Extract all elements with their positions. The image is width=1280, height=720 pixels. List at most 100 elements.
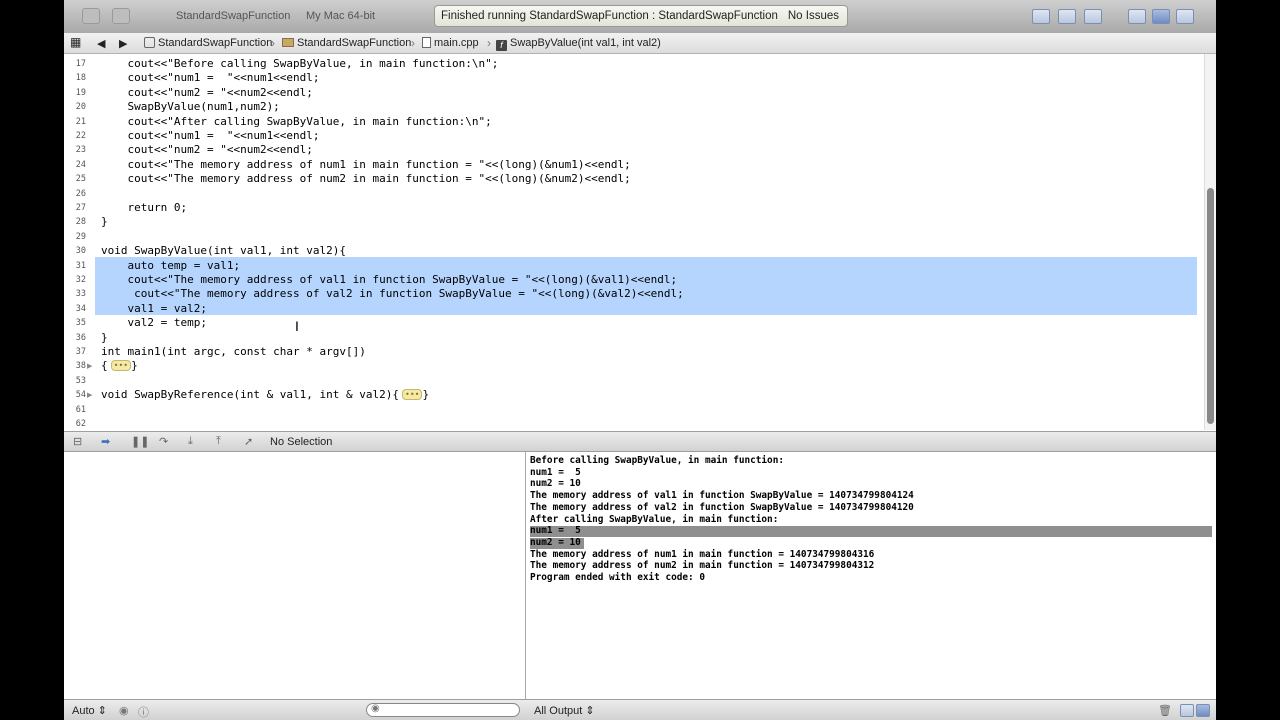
- line-number[interactable]: 30: [64, 246, 86, 256]
- variables-scope-selector[interactable]: Auto ⇕: [72, 704, 107, 717]
- code-line[interactable]: cout<<"num1 = "<<num1<<endl;: [101, 129, 319, 142]
- line-number[interactable]: 22: [64, 131, 86, 141]
- editor-scrollbar[interactable]: [1204, 54, 1216, 430]
- step-out-icon[interactable]: ⤒: [216, 435, 221, 448]
- code-line[interactable]: cout<<"num1 = "<<num1<<endl;: [101, 71, 319, 84]
- debug-area-toggle-icon[interactable]: [1152, 9, 1170, 24]
- show-variables-icon[interactable]: [1180, 704, 1194, 717]
- folder-icon: [282, 38, 294, 47]
- activity-message: Finished running StandardSwapFunction : …: [441, 10, 778, 22]
- version-editor-icon[interactable]: [1084, 9, 1102, 24]
- xcode-window: StandardSwapFunction My Mac 64-bit Finis…: [64, 0, 1216, 720]
- code-line[interactable]: int main1(int argc, const char * argv[]): [101, 345, 366, 358]
- line-number[interactable]: 35: [64, 318, 86, 328]
- line-number[interactable]: 18: [64, 73, 86, 83]
- code-line[interactable]: cout<<"Before calling SwapByValue, in ma…: [101, 57, 498, 70]
- console-output-selector[interactable]: All Output ⇕: [534, 704, 595, 717]
- line-number[interactable]: 54: [64, 390, 86, 400]
- breadcrumb-project[interactable]: StandardSwapFunction: [144, 37, 272, 49]
- code-line[interactable]: return 0;: [101, 201, 187, 214]
- line-number[interactable]: 53: [64, 376, 86, 386]
- line-number[interactable]: 37: [64, 347, 86, 357]
- code-line[interactable]: }: [101, 331, 108, 344]
- line-number[interactable]: 25: [64, 174, 86, 184]
- breadcrumb-function[interactable]: f SwapByValue(int val1, int val2): [496, 37, 661, 51]
- folded-code-placeholder[interactable]: •••: [402, 389, 423, 401]
- line-number[interactable]: 23: [64, 145, 86, 155]
- info-icon[interactable]: ⓘ: [138, 704, 149, 720]
- step-over-icon[interactable]: ↷: [159, 435, 168, 448]
- activity-viewer: Finished running StandardSwapFunction : …: [434, 5, 848, 27]
- utilities-toggle-icon[interactable]: [1176, 9, 1194, 24]
- run-icon[interactable]: [82, 8, 100, 24]
- assistant-editor-icon[interactable]: [1058, 9, 1076, 24]
- line-number[interactable]: 19: [64, 88, 86, 98]
- fold-disclosure-icon[interactable]: ▶: [87, 362, 92, 370]
- line-number[interactable]: 62: [64, 419, 86, 429]
- related-items-icon[interactable]: ▦: [70, 35, 81, 49]
- console-line: num1 = 5: [530, 525, 581, 537]
- pause-icon[interactable]: ❚❚: [131, 435, 149, 448]
- code-line[interactable]: val2 = temp;: [101, 316, 206, 329]
- folded-code-placeholder[interactable]: •••: [110, 360, 132, 372]
- code-line[interactable]: SwapByValue(num1,num2);: [101, 100, 279, 113]
- line-number[interactable]: 28: [64, 217, 86, 227]
- fold-disclosure-icon[interactable]: ▶: [87, 391, 92, 399]
- text-cursor-icon: I: [295, 318, 299, 334]
- location-icon[interactable]: ➚: [244, 435, 253, 448]
- back-arrow-icon[interactable]: ◀: [97, 37, 105, 50]
- show-console-icon[interactable]: [1196, 704, 1210, 717]
- source-editor[interactable]: 17 18 19 20 21 22 23 24 25 26 27 28 29 30 31 32 33 34 35 36…: [64, 54, 1216, 430]
- trash-icon[interactable]: 🗑: [1158, 704, 1172, 717]
- step-into-icon[interactable]: ⤓: [188, 435, 193, 448]
- line-number[interactable]: 29: [64, 232, 86, 242]
- variables-view[interactable]: [64, 452, 526, 699]
- breadcrumb-file[interactable]: main.cpp: [422, 37, 479, 49]
- breakpoint-icon[interactable]: ➡: [101, 435, 110, 448]
- code-line[interactable]: {•••}: [101, 359, 138, 372]
- scheme-selector[interactable]: StandardSwapFunction: [176, 10, 290, 22]
- line-number[interactable]: 31: [64, 261, 86, 271]
- standard-editor-icon[interactable]: [1032, 9, 1050, 24]
- console-line: num2 = 10: [530, 536, 581, 548]
- code-line[interactable]: val1 = val2;: [101, 302, 206, 315]
- variables-filter-field[interactable]: ◉: [366, 703, 520, 717]
- code-line[interactable]: }: [101, 215, 108, 228]
- line-number[interactable]: 21: [64, 117, 86, 127]
- console-output[interactable]: Before calling SwapByValue, in main func…: [526, 452, 1216, 699]
- editor-scroll-thumb[interactable]: [1207, 188, 1214, 424]
- code-text: cout<<"The memory address of num1 in mai…: [101, 157, 631, 171]
- code-line[interactable]: cout<<"num2 = "<<num2<<endl;: [101, 143, 312, 156]
- line-number[interactable]: 17: [64, 59, 86, 69]
- code-line[interactable]: void SwapByValue(int val1, int val2){: [101, 244, 346, 257]
- line-number[interactable]: 24: [64, 160, 86, 170]
- code-line[interactable]: cout<<"The memory address of num2 in mai…: [101, 172, 630, 185]
- quick-look-icon[interactable]: ◉: [119, 704, 129, 717]
- line-number[interactable]: 34: [64, 304, 86, 314]
- code-line[interactable]: auto temp = val1;: [101, 259, 240, 272]
- line-number[interactable]: 32: [64, 275, 86, 285]
- code-line[interactable]: cout<<"After calling SwapByValue, in mai…: [101, 115, 491, 128]
- code-line[interactable]: cout<<"The memory address of val1 in fun…: [101, 273, 677, 286]
- line-number-gutter[interactable]: 17 18 19 20 21 22 23 24 25 26 27 28 29 30 31 32 33 34 35 36…: [64, 54, 94, 430]
- line-number[interactable]: 26: [64, 189, 86, 199]
- hide-debug-area-icon[interactable]: ⊟: [73, 435, 82, 448]
- code-line[interactable]: cout<<"The memory address of val2 in fun…: [101, 287, 684, 300]
- navigator-toggle-icon[interactable]: [1128, 9, 1146, 24]
- forward-arrow-icon[interactable]: ▶: [119, 37, 127, 50]
- issues-status[interactable]: No Issues: [788, 10, 839, 22]
- line-number[interactable]: 61: [64, 405, 86, 415]
- stop-icon[interactable]: [112, 8, 130, 24]
- console-selection-highlight: [530, 526, 1212, 537]
- destination-selector[interactable]: My Mac 64-bit: [306, 10, 375, 22]
- line-number[interactable]: 38: [64, 361, 86, 371]
- line-number[interactable]: 36: [64, 333, 86, 343]
- line-number[interactable]: 20: [64, 102, 86, 112]
- line-number[interactable]: 33: [64, 289, 86, 299]
- code-line[interactable]: void SwapByReference(int & val1, int & v…: [101, 388, 429, 401]
- breadcrumb-group[interactable]: StandardSwapFunction: [282, 37, 411, 49]
- code-text: return 0;: [101, 201, 188, 214]
- line-number[interactable]: 27: [64, 203, 86, 213]
- code-line[interactable]: cout<<"num2 = "<<num2<<endl;: [101, 86, 312, 99]
- code-line[interactable]: cout<<"The memory address of num1 in mai…: [101, 157, 631, 171]
